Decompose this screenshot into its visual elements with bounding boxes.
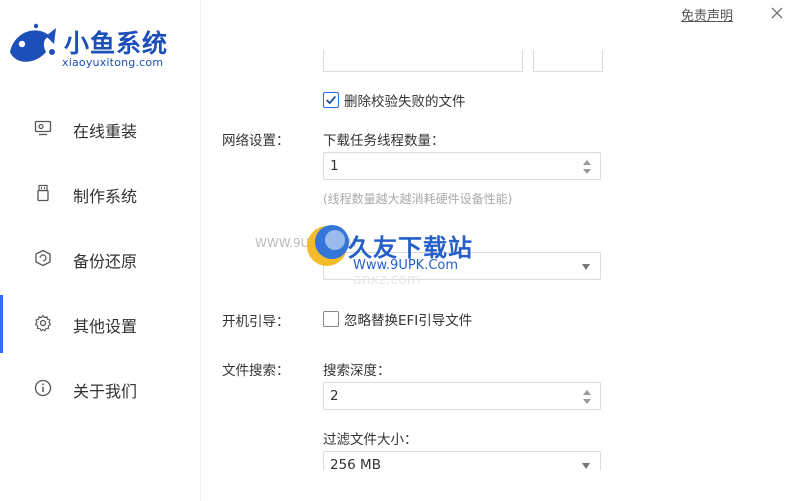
gear-icon	[34, 314, 52, 332]
chevron-down-icon	[582, 264, 590, 270]
brand-domain: xiaoyuxitong.com	[62, 56, 164, 69]
filter-size-label: 过滤文件大小：	[323, 432, 418, 448]
spinner-arrows-icon[interactable]	[582, 158, 592, 176]
ignore-efi-label: 忽略替换EFI引导文件	[344, 313, 473, 329]
fish-logo-icon	[10, 23, 56, 62]
search-depth-label: 搜索深度：	[323, 363, 391, 379]
info-icon	[34, 379, 52, 397]
spinner-arrows-icon[interactable]	[582, 388, 592, 406]
sidebar-item-label: 其他设置	[73, 317, 138, 336]
sidebar-item-backup-restore[interactable]: 备份还原	[0, 238, 200, 278]
ignore-efi-checkbox[interactable]: 忽略替换EFI引导文件	[323, 309, 472, 329]
download-threads-value: 1	[330, 158, 339, 174]
sidebar-item-label: 备份还原	[73, 252, 138, 271]
network-settings-label: 网络设置：	[222, 133, 290, 149]
file-search-label: 文件搜索：	[222, 363, 290, 379]
filter-size-dropdown[interactable]: 256 MB	[323, 451, 601, 470]
delete-failed-files-checkbox[interactable]: 删除校验失败的文件	[323, 90, 466, 110]
monitor-icon	[34, 120, 52, 136]
filter-size-value: 256 MB	[330, 457, 381, 470]
search-depth-input[interactable]: 2	[323, 382, 601, 410]
check-icon	[326, 95, 337, 105]
sidebar-item-other-settings[interactable]: 其他设置	[0, 295, 200, 353]
sidebar-item-label: 制作系统	[73, 187, 138, 206]
checkbox-unchecked[interactable]	[323, 311, 339, 327]
sidebar-item-about-us[interactable]: 关于我们	[0, 368, 200, 408]
boot-guide-label: 开机引导：	[222, 314, 290, 330]
download-threads-label: 下载任务线程数量：	[323, 133, 445, 149]
sidebar-item-label: 关于我们	[73, 382, 138, 401]
download-threads-input[interactable]: 1	[323, 152, 601, 180]
watermark: WWW.9UPK.COM 久友下载站 Www.9UPK.Com anxz.com	[253, 220, 503, 288]
brand-name: 小鱼系统	[64, 29, 169, 58]
chevron-down-icon	[582, 463, 590, 469]
partial-input-right[interactable]	[533, 50, 603, 72]
checkbox-checked[interactable]	[323, 92, 339, 108]
watermark-moon-icon	[307, 225, 349, 266]
sidebar-item-online-reinstall[interactable]: 在线重装	[0, 108, 200, 148]
threads-hint: (线程数量越大越消耗硬件设备性能)	[323, 192, 513, 206]
usb-icon	[37, 184, 49, 202]
brand-logo: 小鱼系统 xiaoyuxitong.com	[6, 18, 196, 78]
sidebar: 小鱼系统 xiaoyuxitong.com 在线重装 制作系统 备份还原 其他设…	[0, 0, 201, 501]
sidebar-item-make-system[interactable]: 制作系统	[0, 173, 200, 213]
backup-icon	[35, 249, 51, 267]
search-depth-value: 2	[330, 388, 339, 404]
watermark-url: Www.9UPK.Com	[353, 258, 459, 273]
partial-input-left[interactable]	[323, 50, 523, 72]
watermark-faded-text: anxz.com	[353, 272, 421, 288]
delete-failed-files-label: 删除校验失败的文件	[344, 94, 466, 110]
sidebar-item-label: 在线重装	[73, 122, 138, 141]
